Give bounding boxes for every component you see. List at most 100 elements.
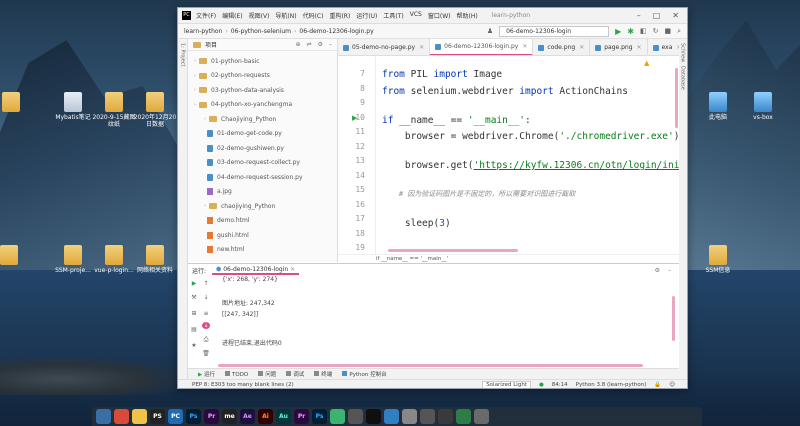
tree-item[interactable]: › chaojiying_Python	[188, 199, 337, 214]
tree-item[interactable]: › 02-python-requests	[188, 69, 337, 84]
editor-tab[interactable]: exa✕	[648, 39, 679, 55]
close-tab-icon[interactable]: ✕	[522, 43, 527, 50]
taskbar-app-pycharm[interactable]	[366, 409, 381, 424]
taskbar-app-blue[interactable]	[384, 409, 399, 424]
tree-item[interactable]: › 01-python-basic	[188, 54, 337, 69]
close-icon[interactable]: ✕	[672, 11, 679, 20]
bottom-tab-debug[interactable]: 调试	[286, 370, 304, 378]
cursor-position[interactable]: 84:14	[552, 382, 568, 388]
taskbar-app-premiere-2[interactable]: Pr	[294, 409, 309, 424]
code-area[interactable]: from PIL import Image from selenium.webd…	[382, 56, 679, 254]
chevron-right-icon[interactable]: ›	[204, 116, 206, 122]
debug-icon[interactable]: ✱	[627, 27, 634, 36]
console-vertical-scrollbar[interactable]	[672, 296, 675, 341]
taskbar-app-red[interactable]	[114, 409, 129, 424]
taskbar-app-trash[interactable]	[474, 409, 489, 424]
desktop-icon-ssm-info[interactable]: SSM信息	[695, 245, 741, 274]
breadcrumb-folder[interactable]: 06-python-selenium	[231, 28, 291, 35]
editor-tab[interactable]: page.png ✕	[590, 39, 648, 55]
menu-tools[interactable]: 工具(T)	[383, 11, 403, 20]
desktop-icon-vue[interactable]: vue-p-login...	[91, 245, 137, 274]
taskbar-app-photoshop-2[interactable]: Ps	[312, 409, 327, 424]
taskbar-app-green[interactable]	[330, 409, 345, 424]
menu-vcs[interactable]: VCS	[410, 11, 422, 20]
taskbar-app-premiere[interactable]: Pr	[204, 409, 219, 424]
taskbar-app-ps[interactable]: PS	[150, 409, 165, 424]
menu-navigate[interactable]: 导航(N)	[275, 11, 296, 20]
taskbar-app-grey[interactable]	[348, 409, 363, 424]
arrow-up-icon[interactable]: ↑	[202, 280, 210, 287]
user-icon[interactable]: ♟	[487, 27, 493, 35]
tree-item[interactable]: 02-demo-gushiwen.py	[188, 141, 337, 156]
taskbar-app-photoshop[interactable]: Ps	[186, 409, 201, 424]
taskbar-app-finder[interactable]	[96, 409, 111, 424]
run-panel-tab[interactable]: ⬢ 06-demo-12306-login ✕	[212, 266, 300, 275]
chevron-right-icon[interactable]: ›	[194, 102, 196, 108]
menu-window[interactable]: 窗口(W)	[428, 11, 451, 20]
gear-icon[interactable]: ⚙	[318, 41, 323, 48]
desktop-icon-2020-12[interactable]: 2020年12月20日数据	[132, 92, 178, 128]
editor-horizontal-scrollbar[interactable]	[388, 249, 518, 252]
chevron-right-icon[interactable]: ›	[204, 203, 206, 209]
database-tool-tab[interactable]: Database	[680, 66, 686, 90]
desktop-icon-network[interactable]: 网络相关资料	[132, 245, 178, 274]
run-config-select[interactable]: 06-demo-12306-login	[499, 25, 610, 37]
menu-view[interactable]: 视图(V)	[249, 11, 270, 20]
warning-icon[interactable]: ▲	[644, 59, 649, 67]
scview-tool-tab[interactable]: SciView	[680, 43, 686, 62]
editor-tab[interactable]: 06-demo-12306-login.py ✕	[430, 39, 534, 55]
wrench-icon[interactable]: ⚒	[190, 294, 198, 301]
chevron-right-icon[interactable]: ›	[194, 58, 196, 64]
bottom-tab-terminal[interactable]: 终端	[314, 370, 332, 378]
tree-item[interactable]: a.jpg	[188, 185, 337, 200]
editor-tab[interactable]: code.png ✕	[533, 39, 591, 55]
tree-item[interactable]: new.html	[188, 243, 337, 258]
close-tab-icon[interactable]: ✕	[676, 44, 679, 51]
editor-vertical-scrollbar[interactable]	[675, 68, 678, 128]
taskbar-app-android[interactable]	[456, 409, 471, 424]
arrow-down-icon[interactable]: ↓	[202, 294, 210, 301]
project-tool-tab[interactable]: 1: Project	[180, 43, 186, 67]
taskbar-app-terminal[interactable]	[438, 409, 453, 424]
close-tab-icon[interactable]: ✕	[637, 44, 642, 51]
gear-icon[interactable]: ⚙	[655, 267, 660, 274]
code-breadcrumb[interactable]: if __name__ == '__main__'	[338, 254, 679, 263]
menu-help[interactable]: 帮助(H)	[457, 11, 478, 20]
taskbar-app-audition[interactable]: Au	[276, 409, 291, 424]
tree-item[interactable]: › 04-python-xo-yanchengma	[188, 98, 337, 113]
inspector-icon[interactable]: ☺	[669, 382, 675, 388]
trash-icon[interactable]: 🗑	[202, 350, 210, 357]
taskbar-app-misc[interactable]	[420, 409, 435, 424]
desktop-icon-ssm[interactable]: SSM-proje...	[50, 245, 96, 274]
maximize-icon[interactable]: □	[653, 11, 661, 20]
console-output[interactable]: {'x': 268, 'y': 274} 图片地址: 247,342 [[247…	[222, 276, 672, 364]
desktop-icon-vsbox[interactable]: vs-box	[740, 92, 786, 121]
collapse-icon[interactable]: ⇌	[307, 41, 312, 48]
bottom-tab-todo[interactable]: TODO	[225, 370, 248, 378]
scroll-to-end-icon[interactable]: ⇣	[202, 322, 210, 329]
pin-icon[interactable]: ⊞	[190, 310, 198, 317]
chevron-right-icon[interactable]: ›	[194, 73, 196, 79]
project-panel-title[interactable]: 项目	[205, 40, 217, 49]
editor-tab[interactable]: 05-demo-no-page.py ✕	[338, 39, 431, 55]
bottom-tab-run[interactable]: ▶ 运行	[198, 370, 215, 378]
taskbar-app-me[interactable]: me	[222, 409, 237, 424]
desktop-icon-left-edge-2[interactable]	[0, 245, 32, 267]
tree-item[interactable]: 03-demo-request-collect.py	[188, 156, 337, 171]
tree-item[interactable]: demo.html	[188, 214, 337, 229]
code-editor[interactable]: ▶ 7 8 9 10 11 12 13 14 15 16 17 18 19 from PIL impor…	[338, 56, 679, 254]
tree-item[interactable]: › Chaojiying_Python	[188, 112, 337, 127]
desktop-icon-mybatis[interactable]: Mybatis笔记	[50, 92, 96, 121]
menu-code[interactable]: 代码(C)	[303, 11, 324, 20]
bottom-tab-python-console[interactable]: Python 控制台	[342, 370, 387, 378]
stop-icon[interactable]: ■	[664, 27, 671, 35]
menu-edit[interactable]: 编辑(E)	[222, 11, 242, 20]
tree-item[interactable]: › 03-python-data-analysis	[188, 83, 337, 98]
favorites-icon[interactable]: ★	[190, 342, 198, 349]
close-tab-icon[interactable]: ✕	[290, 266, 295, 273]
menu-run[interactable]: 运行(U)	[356, 11, 377, 20]
close-tab-icon[interactable]: ✕	[579, 44, 584, 51]
close-tab-icon[interactable]: ✕	[419, 44, 424, 51]
taskbar-app-pc[interactable]: PC	[168, 409, 183, 424]
soft-wrap-icon[interactable]: ≡	[202, 310, 210, 317]
